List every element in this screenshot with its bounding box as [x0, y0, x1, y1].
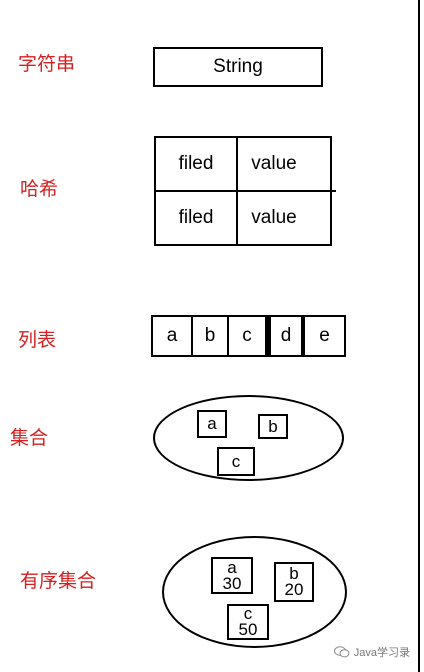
list-item: c [229, 317, 267, 355]
sorted-set-score-label: 50 [238, 620, 258, 639]
hash-field-cell: filed [178, 153, 214, 174]
list-item: a [166, 325, 178, 346]
hash-value-cell: value [251, 153, 297, 174]
hash-field-cell: filed [178, 207, 214, 228]
right-border-line [418, 0, 420, 672]
sorted-set-member-box: c 50 [227, 604, 269, 640]
set-member-label: a [207, 414, 217, 433]
sorted-set-member-box: b 20 [274, 562, 314, 602]
hash-value-cell: value [251, 207, 297, 228]
sorted-set-member-box: a 30 [211, 557, 253, 594]
set-type-label: 集合 [10, 427, 49, 449]
set-member-box: a [197, 410, 227, 438]
list-type-label: 列表 [18, 329, 57, 351]
string-type-label: 字符串 [18, 53, 76, 75]
sorted-set-score-label: 30 [222, 573, 242, 593]
set-member-label: b [268, 416, 278, 436]
sorted-set-score-label: 20 [284, 580, 304, 599]
hash-type-label: 哈希 [20, 178, 59, 200]
list-item: b [191, 317, 229, 355]
string-value-box: String [153, 47, 323, 87]
watermark: Java学习录 [333, 644, 410, 660]
wechat-bubble-icon [333, 646, 350, 658]
set-member-box: b [258, 414, 288, 439]
hash-table: filed value filed value [154, 136, 336, 246]
sorted-set-type-label: 有序集合 [20, 570, 97, 592]
set-member-box: c [217, 447, 255, 476]
set-member-label: c [231, 451, 241, 471]
list-item: e [319, 325, 330, 346]
redis-data-types-diagram: 字符串 String 哈希 filed value filed value 列表… [0, 0, 424, 672]
list-container: a b c d e [151, 315, 346, 357]
list-item: d [267, 317, 305, 355]
watermark-text: Java学习录 [353, 647, 410, 659]
